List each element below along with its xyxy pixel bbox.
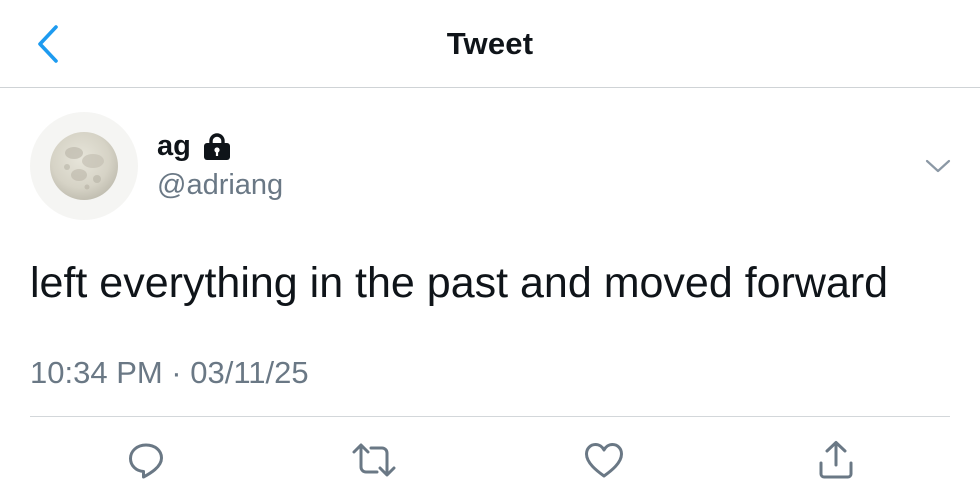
author-name-row[interactable]: ag — [157, 128, 232, 164]
divider — [30, 416, 950, 417]
share-icon — [816, 439, 856, 481]
like-button[interactable] — [580, 436, 628, 484]
page-title: Tweet — [446, 26, 534, 61]
retweet-icon — [351, 440, 397, 480]
tweet-timestamp[interactable]: 10:34 PM · 03/11/25 — [30, 354, 309, 392]
reply-button[interactable] — [122, 436, 170, 484]
moon-avatar-icon — [49, 131, 119, 201]
display-name[interactable]: ag — [157, 128, 191, 164]
top-nav-bar: Tweet — [0, 0, 980, 88]
heart-icon — [583, 440, 625, 480]
chevron-down-icon — [925, 158, 951, 174]
tweet-text: left everything in the past and moved fo… — [30, 259, 889, 307]
more-options-button[interactable] — [918, 148, 958, 184]
retweet-button[interactable] — [350, 436, 398, 484]
reply-icon — [126, 440, 166, 480]
lock-icon — [202, 132, 232, 162]
author-handle[interactable]: @adriang — [157, 167, 283, 203]
tweet-detail-screen: Tweet ag @adriang left everything in the… — [0, 0, 980, 504]
share-button[interactable] — [812, 436, 860, 484]
avatar[interactable] — [30, 112, 138, 220]
